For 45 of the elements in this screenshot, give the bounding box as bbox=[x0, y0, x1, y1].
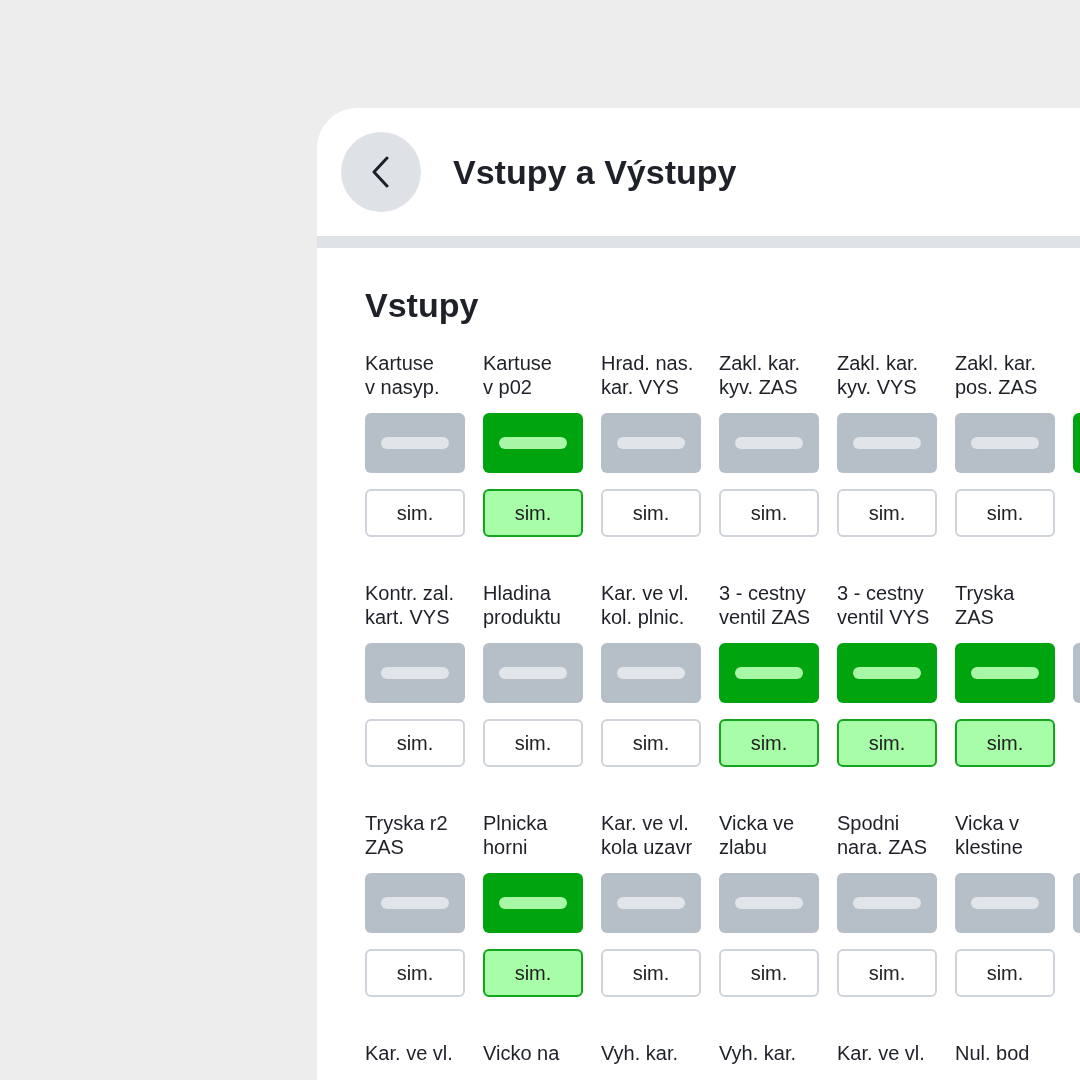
simulate-button[interactable]: sim. bbox=[837, 949, 937, 997]
simulate-button[interactable]: sim. bbox=[719, 489, 819, 537]
simulate-button[interactable]: sim. bbox=[601, 489, 701, 537]
input-label: Kar. ve vl. bbox=[837, 1041, 926, 1063]
input-label: Tryska ZAS bbox=[955, 581, 1016, 629]
simulate-button[interactable]: sim. bbox=[719, 949, 819, 997]
simulate-button[interactable]: sim. bbox=[483, 949, 583, 997]
simulate-button[interactable]: sim. bbox=[483, 489, 583, 537]
input-label: Vyh. kar. bbox=[719, 1041, 798, 1063]
input-label: Kar. ve vl. kola uzavr bbox=[601, 811, 694, 859]
input-label: Vicka ve zlabu bbox=[719, 811, 796, 859]
input-label: Zakl. kar. kyv. VYS bbox=[837, 351, 920, 399]
input-label: Spodni nara. ZAS bbox=[837, 811, 929, 859]
simulate-button[interactable]: sim. bbox=[837, 719, 937, 767]
page-title: Vstupy a Výstupy bbox=[453, 152, 737, 192]
input-label: Kartuse v p02 bbox=[483, 351, 553, 399]
input-label: 3 - cestny ventil VYS bbox=[837, 581, 931, 629]
simulate-button[interactable]: sim. bbox=[719, 719, 819, 767]
simulate-button[interactable]: sim. bbox=[955, 719, 1055, 767]
simulate-button[interactable]: sim. bbox=[955, 489, 1055, 537]
simulate-button[interactable]: sim. bbox=[837, 489, 937, 537]
input-label: Kartuse v nasyp. bbox=[365, 351, 441, 399]
simulate-button[interactable]: sim. bbox=[601, 949, 701, 997]
input-label: Hladina produktu bbox=[483, 581, 562, 629]
simulate-button[interactable]: sim. bbox=[483, 719, 583, 767]
simulate-button[interactable]: sim. bbox=[365, 489, 465, 537]
input-label: Kontr. zal. kart. VYS bbox=[365, 581, 455, 629]
simulate-button[interactable]: sim. bbox=[365, 949, 465, 997]
input-label: Zakl. kar. kyv. ZAS bbox=[719, 351, 802, 399]
section-title: Vstupy bbox=[365, 286, 480, 325]
input-label: Vyh. kar. bbox=[601, 1041, 680, 1063]
input-label: Zakl. kar. pos. ZAS bbox=[955, 351, 1039, 399]
input-label: 3 - cestny ventil ZAS bbox=[719, 581, 812, 629]
simulate-button[interactable]: sim. bbox=[365, 719, 465, 767]
simulate-button[interactable]: sim. bbox=[955, 949, 1055, 997]
input-label: Kar. ve vl. kol. plnic. bbox=[601, 581, 690, 629]
simulate-button[interactable]: sim. bbox=[601, 719, 701, 767]
back-icon bbox=[371, 156, 391, 188]
input-label: Hrad. nas. kar. VYS bbox=[601, 351, 695, 399]
input-label: Plnicka horni bbox=[483, 811, 549, 859]
input-label: Vicko na bbox=[483, 1041, 561, 1063]
input-label: Kar. ve vl. bbox=[365, 1041, 454, 1063]
input-label: Nul. bod bbox=[955, 1041, 1031, 1063]
input-label: Vicka v klestine bbox=[955, 811, 1024, 859]
input-label: Tryska r2 ZAS bbox=[365, 811, 449, 859]
